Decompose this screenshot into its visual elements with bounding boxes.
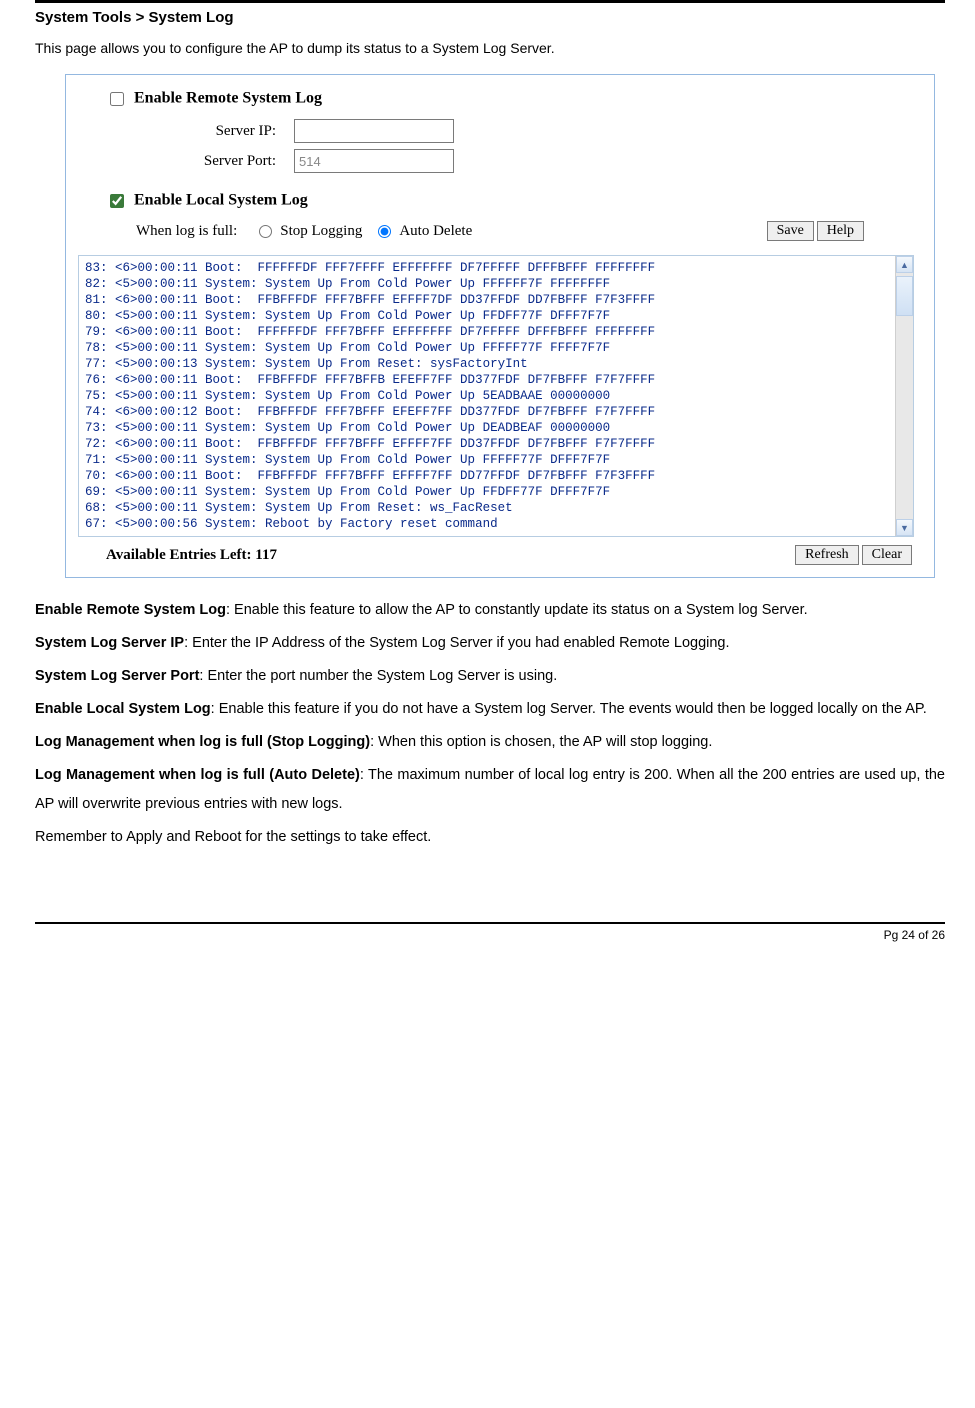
system-log-panel: Enable Remote System Log Server IP: Serv… [65,74,935,578]
desc3-title: System Log Server Port [35,668,199,684]
scroll-up-icon[interactable]: ▲ [896,256,913,273]
desc1-text: : Enable this feature to allow the AP to… [226,602,808,618]
save-button[interactable]: Save [767,221,814,241]
enable-local-label: Enable Local System Log [134,192,308,209]
enable-local-checkbox[interactable] [110,194,124,208]
enable-remote-label: Enable Remote System Log [134,90,322,107]
stop-logging-radio[interactable] [259,225,272,238]
desc1-title: Enable Remote System Log [35,602,226,618]
enable-remote-checkbox[interactable] [110,92,124,106]
scroll-thumb[interactable] [896,276,913,316]
log-textarea[interactable]: 83: <6>00:00:11 Boot: FFFFFFDF FFF7FFFF … [78,255,914,537]
server-port-input[interactable] [294,149,454,173]
desc2-title: System Log Server IP [35,635,184,651]
descriptions-block: Enable Remote System Log: Enable this fe… [35,596,945,852]
enable-local-row: Enable Local System Log [106,191,894,211]
breadcrumb: System Tools > System Log [35,9,945,26]
desc3-text: : Enter the port number the System Log S… [199,668,557,684]
scroll-down-icon[interactable]: ▼ [896,519,913,536]
server-port-label: Server Port: [166,153,276,170]
server-ip-input[interactable] [294,119,454,143]
server-ip-label: Server IP: [166,123,276,140]
auto-delete-radio[interactable] [378,225,391,238]
refresh-button[interactable]: Refresh [795,545,859,565]
desc5-title: Log Management when log is full (Stop Lo… [35,734,370,750]
page-footer: Pg 24 of 26 [35,924,945,962]
auto-delete-label: Auto Delete [399,223,472,240]
scrollbar-track[interactable]: ▲ ▼ [895,256,913,536]
desc7-text: Remember to Apply and Reboot for the set… [35,829,431,845]
available-entries-label: Available Entries Left: 117 [106,547,277,564]
help-button[interactable]: Help [817,221,864,241]
desc4-text: : Enable this feature if you do not have… [211,701,927,717]
enable-remote-row: Enable Remote System Log [106,89,894,109]
desc5-text: : When this option is chosen, the AP wil… [370,734,712,750]
desc6-title: Log Management when log is full (Auto De… [35,767,360,783]
stop-logging-label: Stop Logging [280,223,362,240]
desc2-text: : Enter the IP Address of the System Log… [184,635,729,651]
desc4-title: Enable Local System Log [35,701,211,717]
clear-button[interactable]: Clear [862,545,912,565]
intro-text: This page allows you to configure the AP… [35,40,945,56]
when-log-full-label: When log is full: [136,223,237,240]
